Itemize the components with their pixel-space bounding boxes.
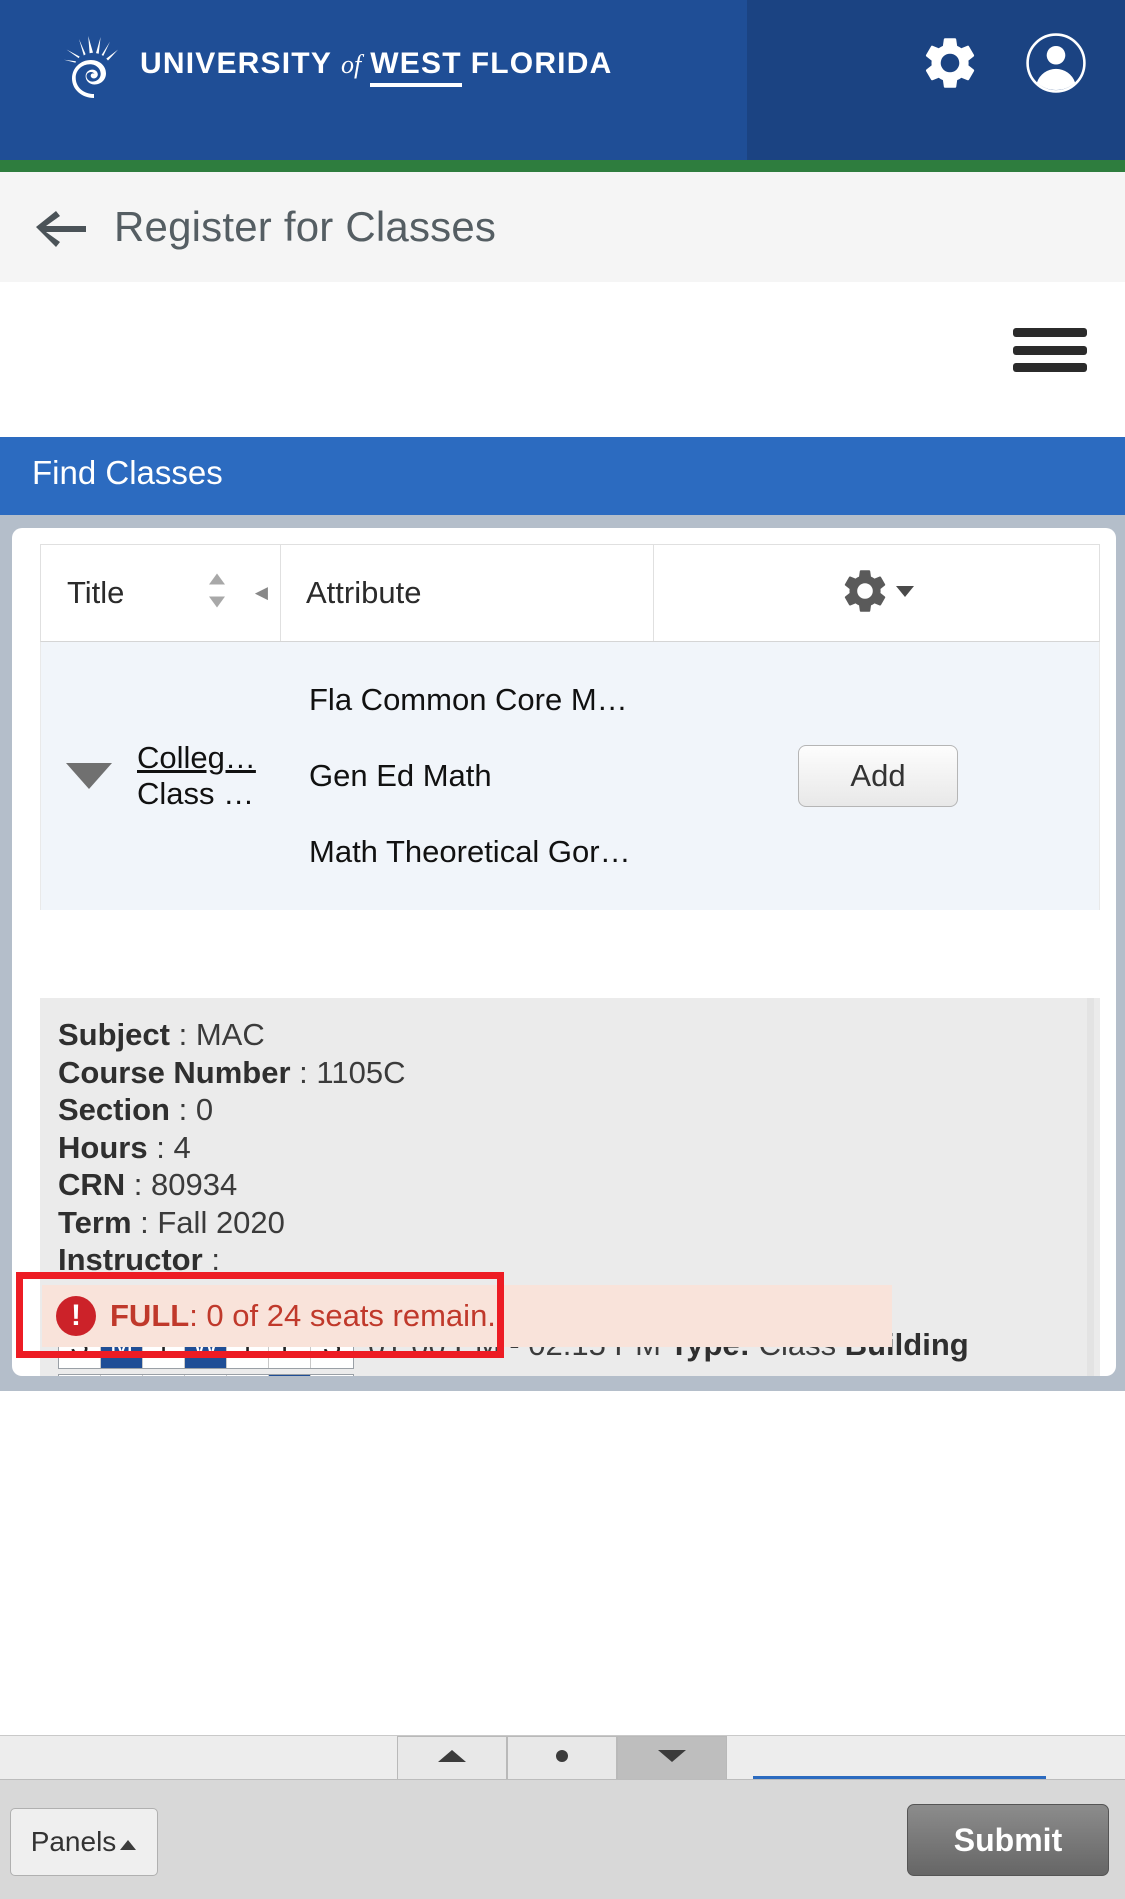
day-cell-sat: S <box>311 1375 353 1376</box>
uwf-wordmark: UNIVERSITY of WEST FLORIDA <box>140 47 612 87</box>
day-cell-tue: T <box>143 1375 185 1376</box>
detail-course-number-value: 1105C <box>316 1054 406 1090</box>
detail-section-label: Section <box>58 1092 170 1127</box>
row-title-cell: Colleg… Class … <box>137 642 287 910</box>
results-table-header: Title ◀ Attribute <box>40 544 1100 642</box>
find-classes-tab[interactable]: Find Classes <box>0 437 1125 515</box>
column-header-attribute-label: Attribute <box>306 575 422 610</box>
attribute-item: Fla Common Core M… <box>309 682 628 717</box>
column-header-attribute[interactable]: Attribute <box>281 545 654 641</box>
sort-updown-icon[interactable] <box>206 571 228 616</box>
detail-subject: Subject : MAC <box>58 1016 1100 1054</box>
column-resize-caret-icon: ◀ <box>254 583 268 602</box>
detail-section: Section : 0 <box>58 1091 1100 1129</box>
detail-crn-value: 80934 <box>151 1167 238 1202</box>
day-cell-sun: S <box>59 1375 101 1376</box>
page-title-bar: Register for Classes <box>0 172 1125 282</box>
green-divider <box>0 160 1125 172</box>
toolbar-band <box>0 282 1125 437</box>
meeting-day-selector: S M T W T F S <box>58 1374 354 1376</box>
detail-crn-label: CRN <box>58 1167 126 1202</box>
detail-term-label: Term <box>58 1204 132 1240</box>
detail-hours: Hours : 4 <box>58 1129 1100 1167</box>
detail-scrollbar[interactable] <box>1087 998 1094 1376</box>
pager-up-button[interactable] <box>397 1736 507 1780</box>
row-action-cell: Add <box>657 642 1099 910</box>
wordmark-florida: FLORIDA <box>470 47 613 80</box>
results-table: Title ◀ Attribute Colleg… Class … Fla Co… <box>40 544 1100 910</box>
chevron-down-icon <box>895 584 915 603</box>
row-expand-toggle[interactable] <box>41 642 137 910</box>
hamburger-bar-2 <box>1013 345 1087 355</box>
detail-hours-value: 4 <box>173 1129 191 1165</box>
detail-term: Term : Fall 2020 <box>58 1204 1100 1242</box>
triangle-down-icon <box>66 763 112 789</box>
pager-dot-button[interactable] <box>507 1736 617 1780</box>
wordmark-university: UNIVERSITY <box>140 47 333 80</box>
day-cell-wed: W <box>185 1375 227 1376</box>
detail-sep: : <box>133 1167 152 1202</box>
detail-hours-label: Hours <box>58 1129 148 1165</box>
detail-course-number: Course Number : 1105C <box>58 1054 1100 1092</box>
attribute-item: Math Theoretical Gor… <box>309 834 631 869</box>
back-arrow-icon[interactable] <box>30 205 88 249</box>
detail-sep: : <box>178 1092 196 1127</box>
day-cell-thu: T <box>227 1375 269 1376</box>
table-row: Colleg… Class … Fla Common Core M… Gen E… <box>40 642 1100 910</box>
submit-button[interactable]: Submit <box>907 1804 1109 1876</box>
nautilus-shell-icon <box>64 36 122 98</box>
bottom-action-bar: Panels Submit <box>0 1779 1125 1899</box>
brand-header: UNIVERSITY of WEST FLORIDA <box>0 0 1125 160</box>
wordmark-of: of <box>341 50 362 79</box>
panels-button[interactable]: Panels <box>10 1808 158 1876</box>
day-cell-fri: F <box>269 1375 311 1376</box>
wordmark-west: WEST <box>370 47 462 87</box>
annotation-highlight-box <box>16 1272 504 1358</box>
caret-down-icon <box>657 1748 687 1769</box>
detail-term-value: Fall 2020 <box>157 1204 285 1240</box>
dot-icon <box>554 1748 570 1769</box>
uwf-logo[interactable]: UNIVERSITY of WEST FLORIDA <box>64 36 612 98</box>
hamburger-bar-3 <box>1013 363 1087 372</box>
caret-up-icon <box>437 1748 467 1769</box>
detail-sep: : <box>178 1017 196 1052</box>
detail-crn: CRN : 80934 <box>58 1166 1100 1204</box>
header-icon-group <box>919 32 1087 99</box>
detail-sep: : <box>299 1054 317 1090</box>
course-title-link[interactable]: Colleg… <box>137 740 287 776</box>
pager-down-button[interactable] <box>617 1736 727 1780</box>
course-title-line2: Class … <box>137 776 255 811</box>
detail-sep: : <box>156 1129 174 1165</box>
user-avatar-icon[interactable] <box>1025 32 1087 99</box>
detail-section-value: 0 <box>195 1092 214 1127</box>
panels-button-label: Panels <box>30 1826 117 1857</box>
gear-icon[interactable] <box>919 32 981 99</box>
add-course-button[interactable]: Add <box>798 745 958 807</box>
caret-up-icon <box>119 1826 137 1858</box>
column-header-title-label: Title <box>67 575 125 610</box>
column-header-title[interactable]: Title ◀ <box>41 545 281 641</box>
hamburger-menu-icon[interactable] <box>1013 328 1087 372</box>
app-page: UNIVERSITY of WEST FLORIDA Register for … <box>0 0 1125 1899</box>
detail-sep: : <box>140 1204 158 1240</box>
find-classes-label: Find Classes <box>32 454 223 491</box>
detail-subject-value: MAC <box>195 1017 265 1052</box>
attribute-item: Gen Ed Math <box>309 758 492 793</box>
gear-icon <box>839 565 891 622</box>
column-header-settings <box>654 545 1099 641</box>
meeting-row: S M T W T F S 01:00 PM - 02:50 PM Type: … <box>58 1374 1100 1376</box>
row-attribute-cell: Fla Common Core M… Gen Ed Math Math Theo… <box>287 642 657 910</box>
detail-subject-label: Subject <box>58 1017 170 1052</box>
table-settings-dropdown[interactable] <box>839 565 915 622</box>
day-cell-mon: M <box>101 1375 143 1376</box>
detail-course-number-label: Course Number <box>58 1054 291 1090</box>
pager-bar <box>0 1735 1125 1781</box>
hamburger-bar-1 <box>1013 328 1087 337</box>
page-title: Register for Classes <box>114 203 497 250</box>
results-card: Title ◀ Attribute Colleg… Class … Fla Co… <box>12 528 1116 1376</box>
